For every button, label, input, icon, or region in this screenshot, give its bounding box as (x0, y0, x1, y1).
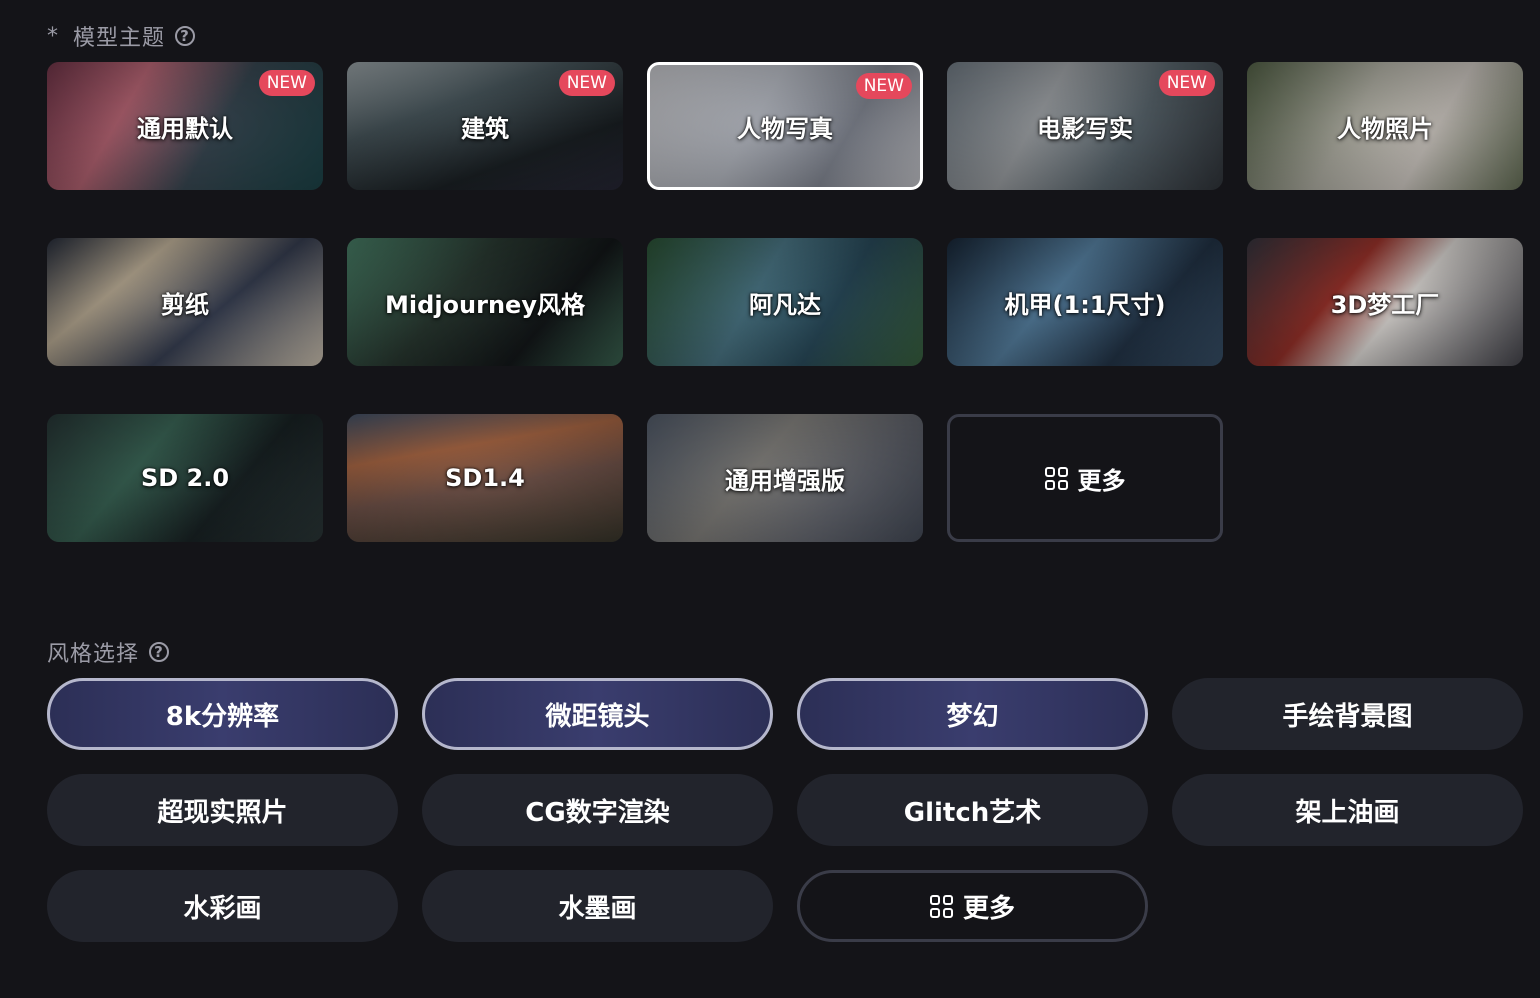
new-badge: NEW (1158, 70, 1215, 96)
model-card-label: 人物照片 (1337, 114, 1433, 143)
style-option-label: 微距镜头 (545, 701, 650, 732)
style-option-button[interactable]: 架上油画 (1172, 774, 1523, 846)
style-option-label: 梦幻 (946, 701, 999, 732)
help-icon[interactable]: ? (175, 26, 196, 46)
style-option-button[interactable]: 梦幻 (797, 678, 1148, 750)
style-option-label: 超现实照片 (157, 797, 288, 828)
style-option-grid: 8k分辨率 微距镜头 梦幻 手绘背景图超现实照片 CG数字渲染 Glitch艺术 架上油画水… (47, 678, 1523, 942)
model-card-label: 建筑 (461, 114, 509, 143)
model-card[interactable]: 通用增强版 (647, 414, 923, 542)
grid-icon (929, 894, 953, 918)
model-card-label: 通用增强版 (725, 466, 845, 495)
model-card[interactable]: 通用默认 NEW (47, 62, 323, 190)
more-label: 更多 (1077, 466, 1126, 495)
model-card-label: SD 2.0 (140, 464, 230, 492)
model-card-label: 阿凡达 (749, 290, 821, 319)
models-more-button[interactable]: 更多 (947, 414, 1223, 542)
more-content: 更多 (1044, 461, 1126, 496)
style-option-button[interactable]: 超现实照片 (47, 774, 398, 846)
model-card[interactable]: SD1.4 (347, 414, 623, 542)
model-card-label: SD1.4 (445, 464, 525, 492)
model-card[interactable]: 机甲(1:1尺寸) (947, 238, 1223, 366)
style-select-title: 风格选择 (47, 642, 140, 667)
model-card[interactable]: 建筑 NEW (347, 62, 623, 190)
style-option-label: CG数字渲染 (525, 797, 670, 828)
style-option-label: 手绘背景图 (1282, 701, 1413, 732)
model-card[interactable]: 电影写实 NEW (947, 62, 1223, 190)
new-badge: NEW (558, 70, 615, 96)
model-card[interactable]: 人物写真 NEW (647, 62, 923, 190)
model-card[interactable]: SD 2.0 (47, 414, 323, 542)
style-option-label: 水彩画 (183, 893, 262, 924)
style-option-button[interactable]: 手绘背景图 (1172, 678, 1523, 750)
style-option-button[interactable]: CG数字渲染 (422, 774, 773, 846)
style-option-button[interactable]: 8k分辨率 (47, 678, 398, 750)
model-card-label: 机甲(1:1尺寸) (1004, 290, 1166, 319)
style-option-button[interactable]: 水墨画 (422, 870, 773, 942)
style-option-button[interactable]: Glitch艺术 (797, 774, 1148, 846)
grid-icon (1044, 466, 1068, 490)
style-option-label: Glitch艺术 (903, 797, 1042, 828)
model-card-label: 3D梦工厂 (1330, 290, 1440, 319)
style-select-header: 风格选择 ? (47, 636, 170, 668)
model-card-label: 通用默认 (137, 114, 233, 143)
model-theme-title: 模型主题 (73, 26, 166, 51)
style-option-label: 8k分辨率 (165, 701, 280, 732)
style-option-label: 架上油画 (1295, 797, 1400, 828)
new-badge: NEW (855, 73, 912, 99)
model-card-label: 电影写实 (1037, 114, 1133, 143)
required-mark: * (47, 23, 59, 49)
model-card[interactable]: 3D梦工厂 (1247, 238, 1523, 366)
model-card[interactable]: 人物照片 (1247, 62, 1523, 190)
styles-more-button[interactable]: 更多 (797, 870, 1148, 942)
model-theme-header: * 模型主题 ? (47, 20, 196, 52)
more-label: 更多 (962, 893, 1015, 924)
model-card-label: 剪纸 (161, 290, 209, 319)
model-card-label: Midjourney风格 (385, 290, 585, 319)
style-option-button[interactable]: 水彩画 (47, 870, 398, 942)
model-card-label: 人物写真 (737, 114, 833, 143)
model-card[interactable]: Midjourney风格 (347, 238, 623, 366)
new-badge: NEW (258, 70, 315, 96)
model-card[interactable]: 阿凡达 (647, 238, 923, 366)
style-option-button[interactable]: 微距镜头 (422, 678, 773, 750)
help-icon[interactable]: ? (149, 642, 170, 662)
style-option-label: 水墨画 (558, 893, 637, 924)
model-theme-grid: 通用默认 NEW 建筑 NEW 人物写真 NEW 电影写实 NEW 人物照片剪纸 Midjourn… (47, 62, 1523, 542)
model-card[interactable]: 剪纸 (47, 238, 323, 366)
